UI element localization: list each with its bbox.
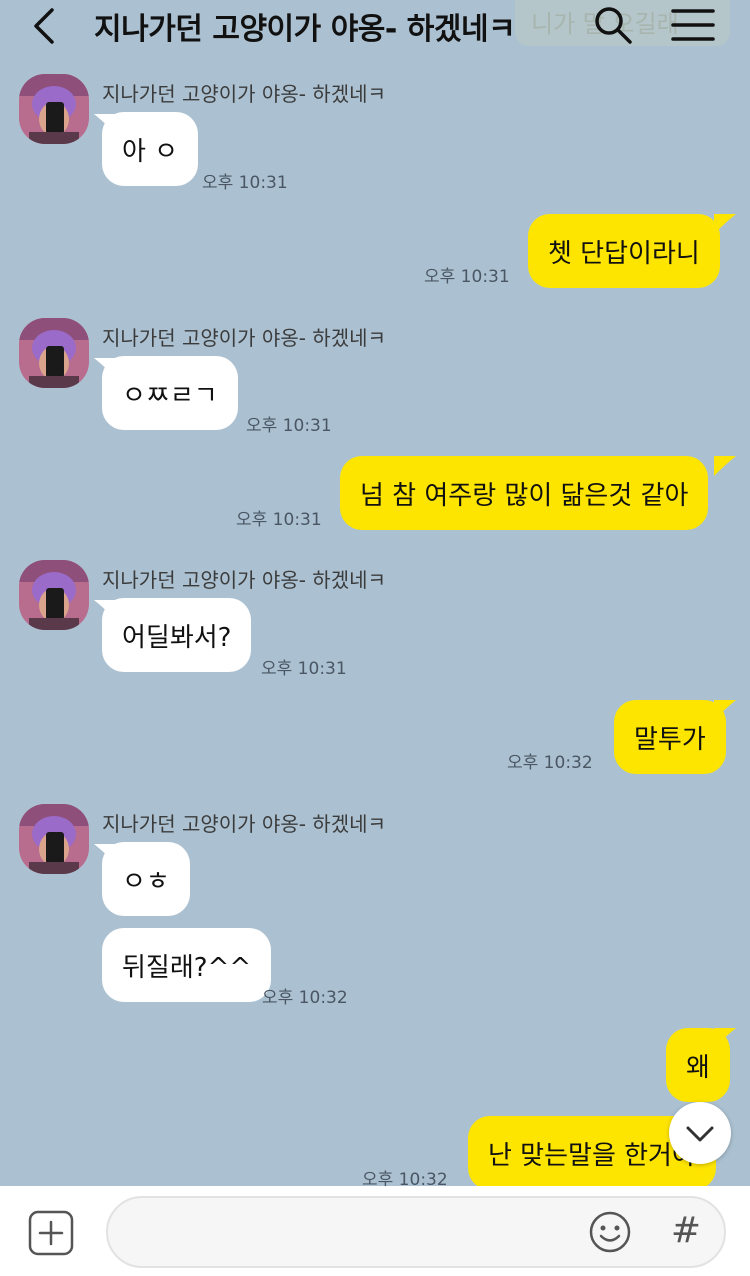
message-bubble-outgoing[interactable]: 쳇 단답이라니	[528, 214, 720, 288]
hamburger-icon	[671, 9, 715, 41]
chevron-left-icon	[34, 8, 54, 44]
message-bubble-outgoing[interactable]: 말투가	[614, 700, 726, 774]
smiley-icon	[589, 1211, 631, 1253]
message-bubble-incoming[interactable]: 뒤질래?^^	[102, 928, 272, 1002]
message-time: 오후 10:31	[236, 510, 322, 530]
profile-photo-icon	[19, 74, 89, 144]
plus-square-icon	[28, 1210, 74, 1256]
message-time: 오후 10:31	[261, 659, 347, 679]
profile-photo-icon	[19, 318, 89, 388]
sender-name: 지나가던 고양이가 야옹- 하겠네ㅋ	[102, 326, 386, 350]
message-bubble-incoming[interactable]: ㅇㅉㄹㄱ	[102, 356, 238, 430]
message-time: 오후 10:32	[262, 988, 348, 1008]
scroll-to-bottom-button[interactable]	[669, 1102, 731, 1164]
message-time: 오후 10:31	[202, 173, 288, 193]
avatar[interactable]	[19, 318, 89, 388]
avatar[interactable]	[19, 560, 89, 630]
message-bubble-outgoing[interactable]: 왜	[666, 1028, 730, 1102]
sender-name: 지나가던 고양이가 야옹- 하겠네ㅋ	[102, 568, 386, 592]
search-button[interactable]	[592, 4, 634, 46]
avatar[interactable]	[19, 74, 89, 144]
message-bubble-incoming[interactable]: 어딜봐서?	[102, 598, 252, 672]
search-icon	[595, 7, 632, 44]
message-bubble-incoming[interactable]: ㅇㅎ	[102, 842, 190, 916]
message-time: 오후 10:31	[246, 416, 332, 436]
emoticon-button[interactable]	[588, 1210, 632, 1254]
sender-name: 지나가던 고양이가 야옹- 하겠네ㅋ	[102, 82, 386, 106]
profile-photo-icon	[19, 560, 89, 630]
message-bubble-incoming[interactable]: 아 ㅇ	[102, 112, 199, 186]
menu-button[interactable]	[670, 6, 716, 44]
bubble-tail	[714, 456, 736, 476]
chat-header: 니가 말 오길래 지나가던 고양이가 야옹- 하겠네ㅋ	[0, 0, 750, 56]
chat-title: 지나가던 고양이가 야옹- 하겠네ㅋ	[94, 12, 516, 47]
chevron-down-icon	[686, 1126, 714, 1142]
back-button[interactable]	[26, 6, 66, 46]
attach-button[interactable]	[28, 1210, 74, 1256]
hashtag-search-button[interactable]: #	[666, 1206, 706, 1256]
message-input[interactable]	[106, 1196, 726, 1268]
message-bubble-outgoing[interactable]: 넘 참 여주랑 많이 닮은것 같아	[340, 456, 709, 530]
avatar[interactable]	[19, 804, 89, 874]
profile-photo-icon	[19, 804, 89, 874]
sender-name: 지나가던 고양이가 야옹- 하겠네ㅋ	[102, 812, 386, 836]
message-time: 오후 10:31	[424, 267, 510, 287]
message-time: 오후 10:32	[507, 753, 593, 773]
message-composer: #	[0, 1186, 750, 1276]
